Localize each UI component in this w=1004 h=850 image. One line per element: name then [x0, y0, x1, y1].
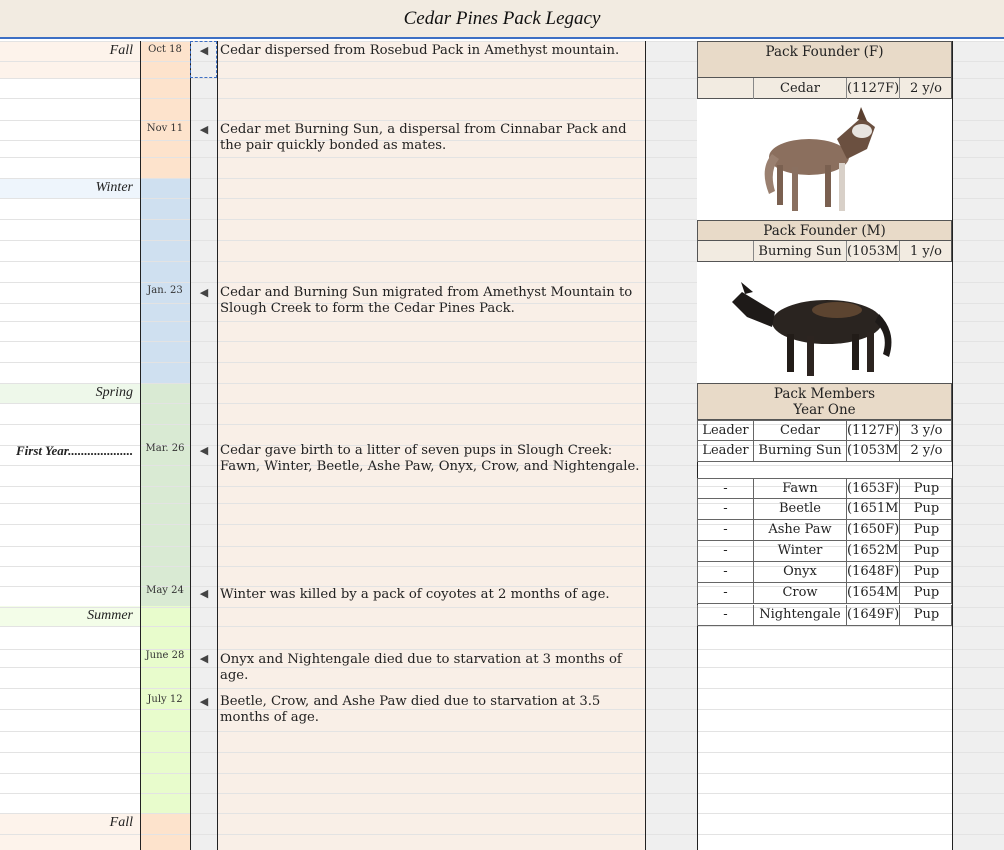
arrow-left-icon: ◀ [199, 652, 209, 665]
arrow-left-icon: ◀ [199, 695, 209, 708]
member-age: 3 y/o [899, 421, 953, 441]
timeline-date: Nov 11 [146, 123, 184, 134]
members-header-subtitle: Year One [793, 402, 856, 418]
members-header-title: Pack Members [773, 386, 876, 402]
member-name: Onyx [753, 562, 846, 582]
member-age: Pup [899, 583, 953, 603]
arrow-left-icon: ◀ [199, 44, 209, 57]
member-role: Leader [702, 423, 749, 438]
founder-f-age: 2 y/o [899, 78, 952, 99]
founder-f-name: Cedar [753, 78, 846, 99]
member-role: - [723, 522, 728, 537]
wolf-icon [732, 282, 892, 376]
member-role: - [723, 564, 728, 579]
pup-row: - Crow (1654M) Pup [697, 583, 952, 604]
pup-row: - Nightengale (1649F) Pup [697, 605, 952, 626]
member-id: (1653F) [846, 479, 899, 499]
timeline-event: Cedar and Burning Sun migrated from Amet… [220, 285, 633, 316]
members-header: Pack Members Year One [697, 383, 952, 420]
timeline-event: Winter was killed by a pack of coyotes a… [220, 587, 610, 602]
member-id: (1651M) [846, 499, 899, 519]
timeline-event: Beetle, Crow, and Ashe Paw died due to s… [220, 694, 601, 725]
member-name: Nightengale [753, 605, 846, 625]
member-role: Leader [702, 443, 749, 458]
members-table: Leader Cedar (1127F) 3 y/o Leader Burning Sun… [697, 420, 952, 626]
founder-f-header: Pack Founder (F) [697, 41, 952, 78]
wolf-icon [764, 107, 875, 211]
pup-row: - Fawn (1653F) Pup [697, 478, 952, 499]
leader-row: Leader Cedar (1127F) 3 y/o [697, 420, 952, 441]
season-label-spring: Spring [95, 385, 133, 400]
member-id: (1648F) [846, 562, 899, 582]
season-label-winter: Winter [95, 180, 133, 195]
pup-row: - Beetle (1651M) Pup [697, 499, 952, 520]
member-role: - [723, 543, 728, 558]
member-age: Pup [899, 605, 953, 625]
arrow-left-icon: ◀ [199, 444, 209, 457]
timeline-event: Onyx and Nightengale died due to starvat… [220, 652, 622, 683]
member-name: Ashe Paw [753, 520, 846, 540]
timeline-event: Cedar met Burning Sun, a dispersal from … [220, 122, 627, 153]
member-id: (1652M) [846, 541, 899, 561]
member-id: (1650F) [846, 520, 899, 540]
season-label-fall-2: Fall [109, 815, 133, 830]
first-year-label: First Year.................... [16, 443, 134, 458]
member-name: Beetle [753, 499, 846, 519]
member-age: Pup [899, 499, 953, 519]
season-label-summer: Summer [87, 608, 133, 623]
arrow-left-icon: ◀ [199, 587, 209, 600]
founder-m-photo [697, 262, 952, 383]
timeline-event: Cedar dispersed from Rosebud Pack in Ame… [220, 43, 620, 58]
season-label-fall: Fall [109, 43, 133, 58]
founder-m-name: Burning Sun [753, 241, 846, 262]
member-role: - [723, 481, 728, 496]
member-id: (1649F) [846, 605, 899, 625]
arrow-left-icon: ◀ [199, 286, 209, 299]
timeline-event: Cedar gave birth to a litter of seven pu… [220, 443, 640, 474]
member-id: (1127F) [846, 421, 899, 441]
member-age: Pup [899, 541, 953, 561]
page-title: Cedar Pines Pack Legacy [403, 7, 601, 29]
founder-f-row: Cedar (1127F) 2 y/o [697, 78, 952, 99]
arrow-left-icon: ◀ [199, 123, 209, 136]
member-name: Fawn [753, 479, 846, 499]
member-id: (1053M) [846, 441, 899, 461]
member-age: Pup [899, 520, 953, 540]
member-age: Pup [899, 479, 953, 499]
member-name: Burning Sun [753, 441, 846, 461]
member-name: Cedar [753, 421, 846, 441]
member-id: (1654M) [846, 583, 899, 603]
member-age: Pup [899, 562, 953, 582]
pup-row: - Onyx (1648F) Pup [697, 562, 952, 583]
pup-row: - Ashe Paw (1650F) Pup [697, 520, 952, 541]
timeline-date: June 28 [145, 650, 185, 661]
founder-m-age: 1 y/o [899, 241, 952, 262]
founder-m-header: Pack Founder (M) [697, 220, 952, 241]
founder-f-photo [697, 99, 952, 220]
member-age: 2 y/o [899, 441, 953, 461]
title-bar: Cedar Pines Pack Legacy [0, 0, 1004, 39]
timeline-date: May 24 [146, 585, 184, 596]
member-name: Crow [753, 583, 846, 603]
timeline-date: Oct 18 [148, 44, 182, 55]
member-role: - [723, 585, 728, 600]
timeline-date: Jan. 23 [147, 285, 183, 296]
pup-row: - Winter (1652M) Pup [697, 541, 952, 562]
member-name: Winter [753, 541, 846, 561]
founder-f-id: (1127F) [846, 78, 899, 99]
leader-row: Leader Burning Sun (1053M) 2 y/o [697, 441, 952, 462]
timeline-date: Mar. 26 [145, 443, 185, 454]
member-role: - [723, 607, 728, 622]
member-role: - [723, 501, 728, 516]
founder-m-id: (1053M) [846, 241, 899, 262]
timeline-date: July 12 [147, 694, 183, 705]
founder-m-row: Burning Sun (1053M) 1 y/o [697, 241, 952, 262]
